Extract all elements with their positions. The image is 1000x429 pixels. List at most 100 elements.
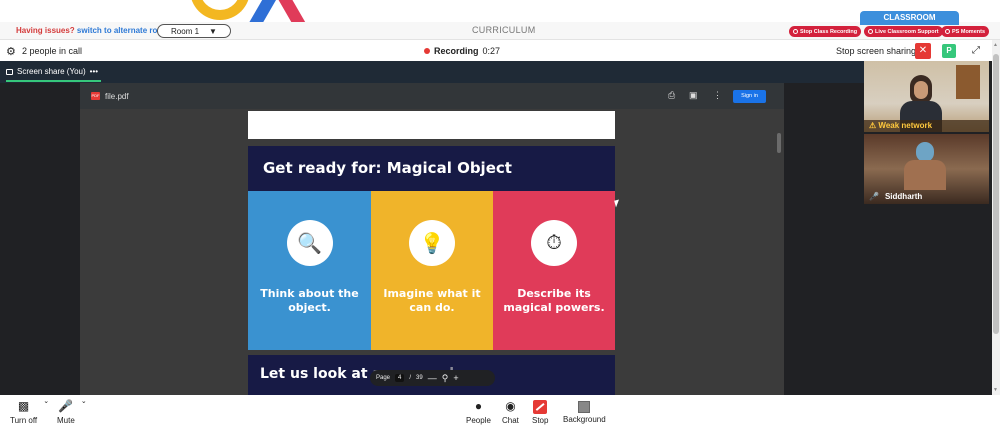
chevron-down-icon[interactable]: ⌄ (81, 397, 87, 405)
background-label: Background (563, 415, 606, 424)
panel-text: Think about the object. (260, 287, 359, 314)
more-vert-icon[interactable]: ⋮ (713, 90, 722, 101)
panel-text: Describe its magical powers. (503, 287, 605, 314)
panel-text: Imagine what it can do. (383, 287, 481, 314)
network-status: Weak network (878, 121, 933, 130)
call-header: ⚙ 2 people in call Recording 0:27 Stop s… (0, 41, 992, 61)
room-select[interactable]: Room 1 ▼ (157, 24, 231, 38)
page-separator: / (409, 375, 412, 381)
pdf-file-icon: PDF (91, 92, 100, 100)
mute-label: Mute (57, 416, 75, 425)
participant-tile[interactable]: 🎤 Siddharth (864, 134, 989, 204)
top-bar: Having issues? switch to alternate room … (0, 11, 1000, 40)
active-tab-indicator (6, 80, 101, 82)
participant-tile[interactable]: ⚠ Weak network (864, 61, 989, 132)
stop-label: Stop (532, 416, 549, 425)
avatar[interactable]: P (942, 44, 956, 58)
total-pages: 39 (416, 375, 423, 381)
room-select-value: Room 1 (171, 26, 200, 36)
live-classroom-support-button[interactable]: Live Classroom Support (864, 26, 943, 37)
pdf-toolbar: PDF file.pdf ⎙ ▣ ⋮ Sign in (80, 83, 784, 109)
slide-panel: 🔍 Think about the object. (248, 191, 371, 350)
ps-moments-button[interactable]: PS Moments (941, 26, 990, 37)
recording-time: 0:27 (482, 46, 501, 56)
gear-icon[interactable]: ⚙ (6, 45, 16, 58)
chat-bubble-icon: ◉ (505, 399, 516, 413)
tab-screen-share[interactable]: Screen share (You) ••• (6, 67, 98, 76)
classroom-tab[interactable]: CLASSROOM (860, 11, 959, 25)
share-tab-strip: Screen share (You) ••• (0, 61, 864, 83)
chat-button[interactable]: ◉ Chat (502, 399, 519, 425)
stop-class-recording-button[interactable]: Stop Class Recording (789, 26, 862, 37)
participant-name-label: 🎤 Siddharth (869, 192, 922, 201)
background-button[interactable]: Background (563, 399, 606, 424)
camera-toggle-button[interactable]: ▩ ⌄ Turn off (10, 398, 49, 425)
stop-screen-sharing-label: Stop screen sharing (836, 46, 917, 56)
people-count: 2 people in call (22, 46, 83, 56)
scroll-up-icon[interactable]: ▲ (993, 42, 998, 48)
stop-share-button[interactable]: Stop (532, 399, 548, 425)
sign-in-button[interactable]: Sign in (733, 90, 766, 103)
pdf-viewer: PDF file.pdf ⎙ ▣ ⋮ Sign in Get ready for… (80, 83, 784, 395)
stop-share-icon (533, 400, 548, 414)
support-icon (868, 29, 873, 34)
pdf-scroll-thumb[interactable] (777, 133, 781, 153)
app-root: Having issues? switch to alternate room … (0, 0, 1000, 429)
stop-sharing-close-button[interactable]: ✕ (915, 43, 931, 59)
background-icon (578, 401, 591, 413)
participant-head (916, 142, 934, 162)
pill-label: PS Moments (952, 28, 986, 35)
recording-indicator: Recording 0:27 (424, 46, 500, 56)
page-navigation: Page 4 / 39 — ⚲ + (370, 370, 495, 386)
background-frame (956, 65, 980, 99)
tab-label: Screen share (You) (17, 67, 86, 76)
monitor-icon (6, 68, 13, 75)
print-icon[interactable]: ⎙ (668, 90, 675, 101)
next-slide-title-main: Let us look at (260, 366, 368, 382)
microphone-icon: 🎤 (869, 192, 879, 201)
issue-text: Having issues? (16, 26, 75, 35)
curriculum-tab[interactable]: CURRICULUM (472, 25, 536, 35)
pdf-page-previous (248, 111, 615, 139)
logo-arc (190, 0, 250, 20)
record-icon (793, 29, 798, 34)
more-options-icon[interactable]: ••• (90, 67, 98, 76)
scroll-down-icon[interactable]: ▼ (993, 387, 998, 393)
pdf-filename: file.pdf (105, 92, 129, 101)
mute-button[interactable]: 🎤 ⌄ Mute (57, 398, 87, 425)
zoom-in-icon[interactable]: + (453, 373, 458, 383)
participant-face (914, 81, 928, 99)
stopwatch-icon: ⏱ (531, 220, 577, 266)
issue-notice: Having issues? switch to alternate room (16, 26, 169, 35)
people-button[interactable]: ● People (466, 399, 491, 425)
bottom-controls: ▩ ⌄ Turn off 🎤 ⌄ Mute ● People ◉ Chat St… (0, 395, 1000, 429)
recording-dot-icon (424, 48, 430, 54)
moments-icon (945, 29, 950, 34)
pill-label: Live Classroom Support (875, 28, 939, 35)
recording-label: Recording (434, 46, 479, 56)
warning-icon: ⚠ (869, 121, 877, 130)
zoom-icon[interactable]: ⚲ (442, 373, 449, 384)
person-icon: ● (474, 399, 483, 413)
chevron-down-icon[interactable]: ⌄ (43, 397, 49, 405)
slide-title: Get ready for: Magical Object (263, 159, 512, 177)
microphone-icon: 🎤 (58, 399, 74, 413)
alternate-room-link[interactable]: switch to alternate room (77, 26, 169, 35)
page-number-input[interactable]: 4 (395, 374, 405, 382)
dropdown-arrow-icon: ▼ (209, 26, 217, 36)
page-scrollbar[interactable]: ▲ ▼ (992, 40, 1000, 395)
chat-label: Chat (502, 416, 519, 425)
people-label: People (466, 416, 491, 425)
slide-page: Get ready for: Magical Object 🔍 Think ab… (248, 146, 615, 350)
page-label: Page (376, 375, 391, 381)
participant-name: Siddharth (884, 192, 923, 201)
pill-label: Stop Class Recording (800, 28, 858, 35)
magnifier-document-icon: 🔍 (286, 220, 333, 266)
weak-network-badge: ⚠ Weak network (864, 120, 989, 132)
slide-panel: 💡 Imagine what it can do. (371, 191, 493, 350)
scrollbar-thumb[interactable] (993, 54, 999, 334)
participant-body (904, 160, 946, 190)
zoom-out-icon[interactable]: — (428, 373, 437, 383)
open-in-window-icon[interactable]: ▣ (689, 90, 698, 101)
expand-icon[interactable]: ⤢ (968, 43, 984, 59)
